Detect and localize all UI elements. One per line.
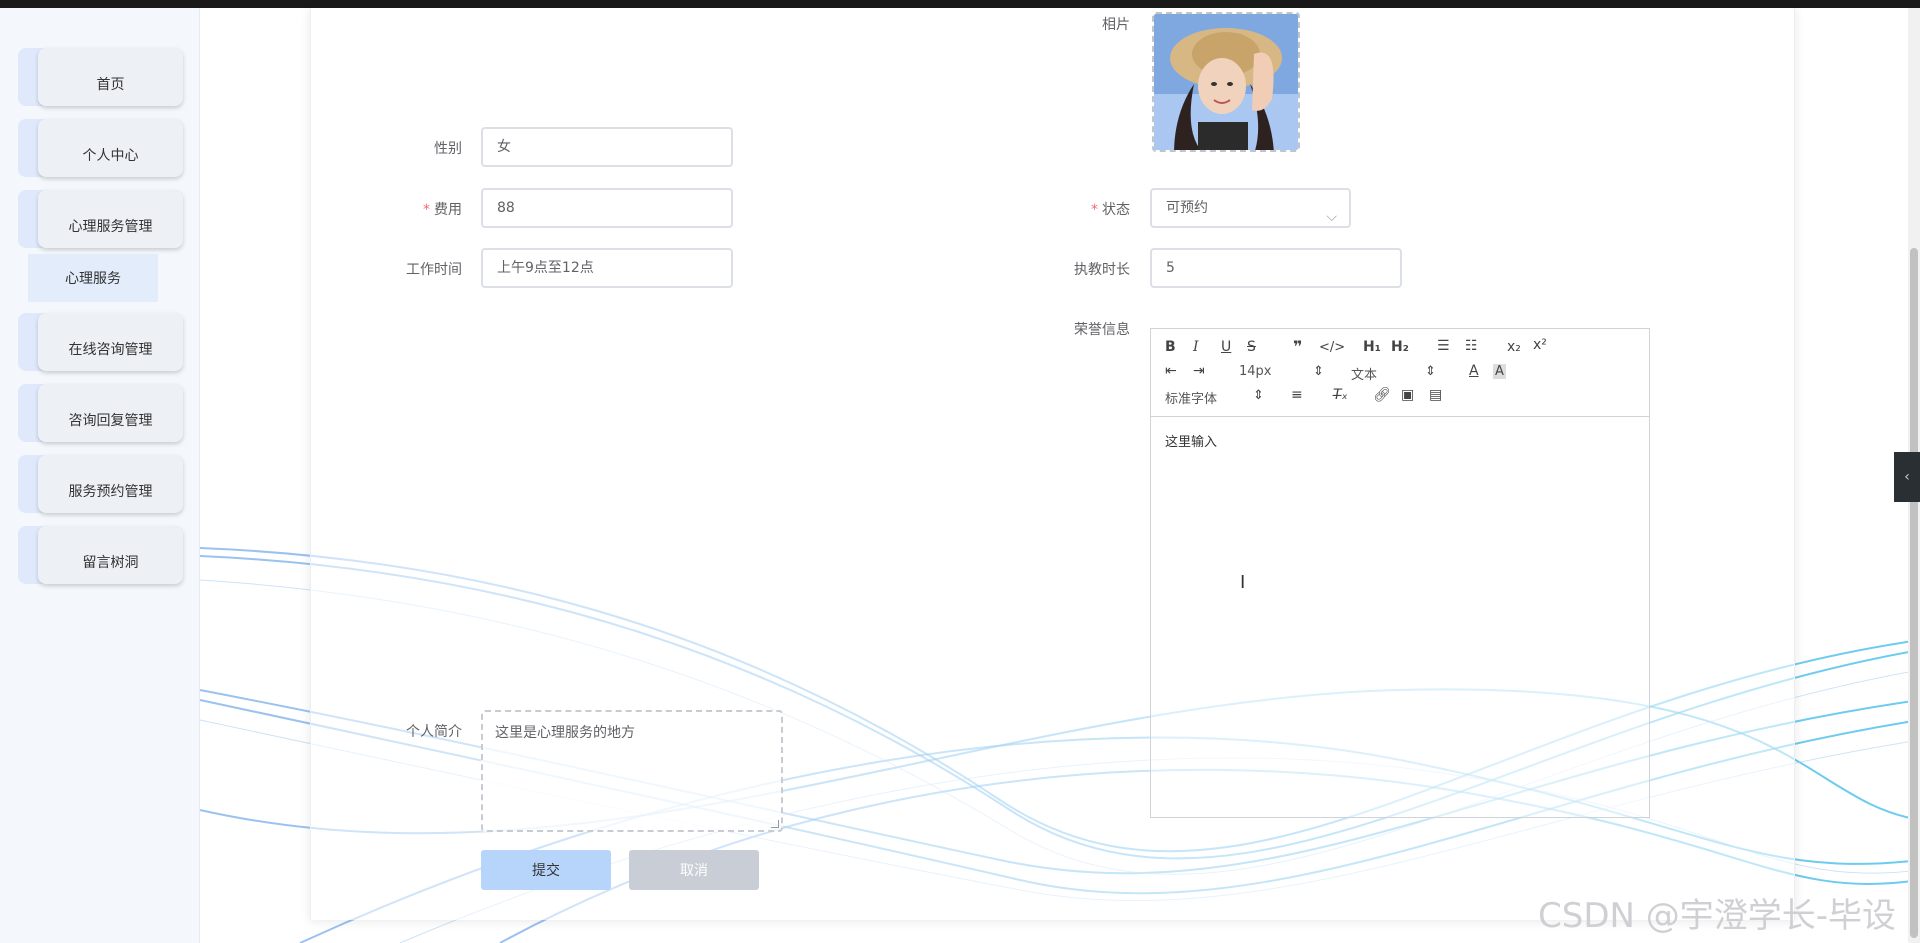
sidebar-item-label: 服务预约管理	[68, 484, 153, 500]
status-label: * 状态	[990, 199, 1130, 219]
sidebar-item-booking-mgmt-button[interactable]: 服务预约管理	[38, 455, 183, 513]
sidebar-item-label: 留言树洞	[82, 555, 139, 571]
sidebar-item-message-tree[interactable]: 留言树洞	[18, 526, 183, 584]
cancel-button[interactable]: 取消	[629, 850, 759, 890]
sidebar-item-personal-center[interactable]: 个人中心	[18, 119, 183, 177]
sidebar-item-label: 咨询回复管理	[68, 413, 153, 429]
sidebar-item-label: 个人中心	[82, 148, 139, 164]
sidebar-item-label: 心理服务管理	[68, 219, 153, 235]
sidebar-item-consult-reply-mgmt[interactable]: 咨询回复管理	[18, 384, 183, 442]
sort-arrows-icon: ⇕	[1313, 364, 1324, 379]
sidebar-item-psych-service-mgmt-button[interactable]: 心理服务管理	[38, 190, 183, 248]
sidebar-item-personal-center-button[interactable]: 个人中心	[38, 119, 183, 177]
align-icon[interactable]: ≡	[1291, 387, 1303, 403]
teaching-years-label: 执教时长	[1074, 262, 1130, 278]
work-time-label: 工作时间	[406, 262, 462, 278]
underline-icon[interactable]: U	[1221, 339, 1231, 355]
editor-toolbar: B I U S ❞ </> H₁ H₂ ☰ ☷ x₂ x² ⇤ ⇥ 14px ⇕…	[1151, 329, 1649, 417]
gender-field[interactable]: 女	[481, 127, 733, 167]
fee-field[interactable]: 88	[481, 188, 733, 228]
chevron-left-icon: ‹	[1904, 469, 1910, 485]
sidebar-subitem-psych-service[interactable]: 心理服务	[28, 254, 158, 302]
clear-format-icon[interactable]: T̶ₓ	[1333, 387, 1348, 403]
sidebar-item-message-tree-button[interactable]: 留言树洞	[38, 526, 183, 584]
sidebar-item-label: 在线咨询管理	[68, 342, 153, 358]
watermark: CSDN @宇澄学长-毕设	[1538, 896, 1897, 936]
sidebar-subitem-label: 心理服务	[65, 271, 121, 287]
intro-textarea[interactable]: 这里是心理服务的地方	[481, 710, 783, 832]
fee-label-text: 费用	[434, 202, 462, 218]
photo-label: 相片	[1102, 17, 1130, 33]
text-cursor-icon: I	[1240, 572, 1246, 593]
sidebar-item-home[interactable]: 首页	[18, 48, 183, 106]
status-label-text: 状态	[1102, 202, 1130, 218]
collapse-panel-button[interactable]: ‹	[1894, 452, 1920, 502]
resize-handle-icon[interactable]	[771, 820, 779, 828]
sidebar-item-consult-reply-mgmt-button[interactable]: 咨询回复管理	[38, 384, 183, 442]
font-family-select[interactable]: 标准字体	[1165, 388, 1217, 407]
sidebar-item-psych-service-mgmt[interactable]: 心理服务管理	[18, 190, 183, 248]
intro-value: 这里是心理服务的地方	[495, 725, 635, 741]
link-icon[interactable]: 🔗︎	[1373, 387, 1391, 403]
chevron-down-icon: ⌵	[1326, 209, 1337, 225]
portrait-image	[1154, 14, 1298, 150]
fee-label: * 费用	[322, 199, 462, 219]
scrollbar-thumb[interactable]	[1910, 248, 1918, 938]
intro-label: 个人简介	[406, 724, 462, 740]
gender-value: 女	[497, 139, 511, 155]
work-time-field[interactable]: 上午9点至12点	[481, 248, 733, 288]
header-select[interactable]: 文本	[1351, 364, 1377, 383]
photo-upload[interactable]	[1152, 12, 1300, 152]
honor-label: 荣誉信息	[1074, 322, 1130, 338]
required-mark: *	[1091, 202, 1098, 218]
required-mark: *	[423, 202, 430, 218]
rich-text-editor[interactable]: B I U S ❞ </> H₁ H₂ ☰ ☷ x₂ x² ⇤ ⇥ 14px ⇕…	[1150, 328, 1650, 818]
sort-arrows-icon: ⇕	[1253, 388, 1264, 403]
editor-content[interactable]: 这里输入	[1165, 431, 1217, 450]
sidebar: 首页 个人中心 心理服务管理 心理服务 在线咨询管理 咨询回复管理 服务预约管理…	[0, 8, 200, 943]
strikethrough-icon[interactable]: S	[1247, 339, 1256, 355]
sort-arrows-icon: ⇕	[1425, 364, 1436, 379]
teaching-years-value: 5	[1166, 260, 1175, 276]
sidebar-item-booking-mgmt[interactable]: 服务预约管理	[18, 455, 183, 513]
heading2-icon[interactable]: H₂	[1391, 339, 1409, 355]
bullet-list-icon[interactable]: ☷	[1465, 338, 1478, 354]
bold-icon[interactable]: B	[1165, 339, 1176, 355]
background-color-icon[interactable]: A	[1493, 364, 1506, 379]
subscript-icon[interactable]: x₂	[1507, 339, 1521, 355]
ordered-list-icon[interactable]: ☰	[1437, 338, 1450, 354]
blockquote-icon[interactable]: ❞	[1293, 337, 1302, 356]
heading1-icon[interactable]: H₁	[1363, 339, 1381, 355]
sidebar-item-online-consult-mgmt-button[interactable]: 在线咨询管理	[38, 313, 183, 371]
font-color-icon[interactable]: A	[1469, 363, 1479, 379]
sidebar-item-online-consult-mgmt[interactable]: 在线咨询管理	[18, 313, 183, 371]
status-select[interactable]: 可预约 ⌵	[1150, 188, 1351, 228]
gender-label: 性别	[434, 141, 462, 157]
italic-icon[interactable]: I	[1193, 339, 1199, 355]
sidebar-item-home-button[interactable]: 首页	[38, 48, 183, 106]
submit-button[interactable]: 提交	[481, 850, 611, 890]
fee-value: 88	[497, 200, 515, 216]
teaching-years-field[interactable]: 5	[1150, 248, 1402, 288]
work-time-value: 上午9点至12点	[497, 260, 594, 276]
sidebar-item-label: 首页	[96, 77, 125, 93]
image-icon[interactable]: ▣	[1401, 387, 1414, 403]
indent-icon[interactable]: ⇥	[1193, 363, 1205, 379]
superscript-icon[interactable]: x²	[1533, 337, 1547, 353]
font-size-select[interactable]: 14px	[1239, 364, 1272, 379]
video-icon[interactable]: ▤	[1429, 387, 1442, 403]
code-icon[interactable]: </>	[1319, 340, 1345, 355]
status-value: 可预约	[1166, 200, 1208, 216]
outdent-icon[interactable]: ⇤	[1165, 363, 1177, 379]
